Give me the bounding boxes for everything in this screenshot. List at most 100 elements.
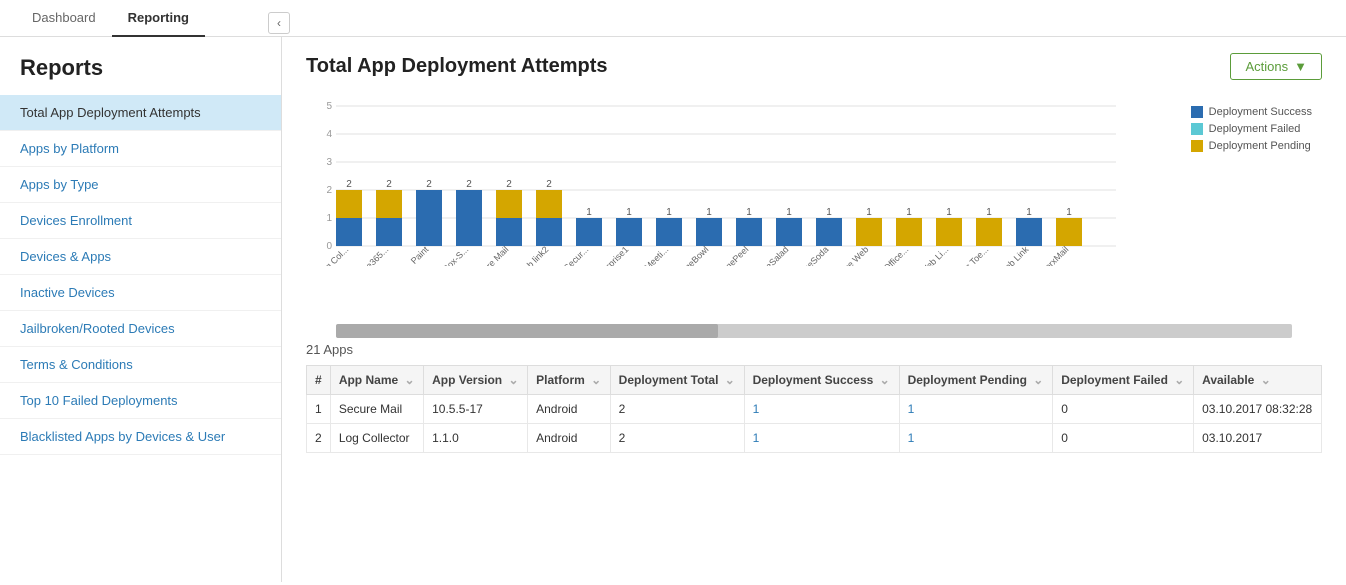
svg-text:1: 1 (626, 207, 632, 218)
svg-text:OrangeSalad: OrangeSalad (746, 244, 791, 266)
svg-text:Citrix Secur...: Citrix Secur... (546, 244, 591, 266)
legend-label-0: Deployment Success (1209, 106, 1312, 118)
sort-icon-1: ⌄ (405, 373, 415, 387)
sidebar-item-6[interactable]: Jailbroken/Rooted Devices (0, 311, 281, 347)
svg-text:1: 1 (866, 207, 872, 218)
svg-text:Secure Web: Secure Web (828, 244, 870, 266)
table-header-row: #App Name ⌄App Version ⌄Platform ⌄Deploy… (307, 366, 1322, 395)
sidebar-item-0[interactable]: Total App Deployment Attempts (0, 95, 281, 131)
svg-text:SandBox-S...: SandBox-S... (426, 244, 471, 266)
content-header: Total App Deployment Attempts Actions ▼ (306, 53, 1322, 80)
col-header-0[interactable]: # (307, 366, 331, 395)
svg-text:Log Col...: Log Col... (316, 244, 350, 266)
svg-text:1: 1 (786, 207, 792, 218)
svg-text:Web link2: Web link2 (516, 244, 551, 266)
cell-r0-c2: 10.5.5-17 (424, 395, 528, 424)
legend-label-2: Deployment Pending (1209, 140, 1311, 152)
svg-text:Secure Mail: Secure Mail (470, 244, 511, 266)
cell-r1-c3: Android (528, 424, 611, 453)
tab-reporting[interactable]: Reporting (112, 0, 205, 37)
tab-dashboard[interactable]: Dashboard (16, 0, 112, 37)
cell-r1-c7: 0 (1053, 424, 1194, 453)
table-row: 1Secure Mail10.5.5-17Android211003.10.20… (307, 395, 1322, 424)
cell-r0-c6[interactable]: 1 (899, 395, 1053, 424)
top-nav: Dashboard Reporting (0, 0, 1346, 37)
chart-scrollbar-thumb (336, 324, 718, 338)
cell-r1-c5[interactable]: 1 (744, 424, 899, 453)
col-header-7[interactable]: Deployment Failed ⌄ (1053, 366, 1194, 395)
page-title: Total App Deployment Attempts (306, 55, 607, 78)
cell-r0-c8: 03.10.2017 08:32:28 (1194, 395, 1322, 424)
svg-text:2: 2 (346, 179, 352, 190)
col-header-8[interactable]: Available ⌄ (1194, 366, 1322, 395)
main-layout: Reports Total App Deployment AttemptsApp… (0, 37, 1346, 582)
sidebar-item-4[interactable]: Devices & Apps (0, 239, 281, 275)
svg-text:1: 1 (706, 207, 712, 218)
cell-r0-c3: Android (528, 395, 611, 424)
svg-text:Web Link: Web Link (997, 244, 1031, 266)
svg-text:1: 1 (666, 207, 672, 218)
cell-r1-c8: 03.10.2017 (1194, 424, 1322, 453)
svg-text:2: 2 (546, 179, 552, 190)
svg-text:2: 2 (506, 179, 512, 190)
sort-icon-7: ⌄ (1174, 373, 1184, 387)
sidebar-item-5[interactable]: Inactive Devices (0, 275, 281, 311)
sort-icon-4: ⌄ (725, 373, 735, 387)
legend-item-1: Deployment Failed (1191, 123, 1312, 135)
actions-button[interactable]: Actions ▼ (1230, 53, 1322, 80)
cell-r1-c1: Log Collector (330, 424, 423, 453)
svg-text:3: 3 (326, 157, 332, 168)
legend-color-2 (1191, 140, 1203, 152)
col-header-1[interactable]: App Name ⌄ (330, 366, 423, 395)
svg-text:1: 1 (1026, 207, 1032, 218)
sidebar-item-1[interactable]: Apps by Platform (0, 131, 281, 167)
svg-text:1: 1 (326, 213, 332, 224)
svg-text:Office365...: Office365... (351, 244, 391, 266)
table-body: 1Secure Mail10.5.5-17Android211003.10.20… (307, 395, 1322, 453)
col-header-4[interactable]: Deployment Total ⌄ (610, 366, 744, 395)
svg-text:OrangeBowl: OrangeBowl (668, 244, 710, 266)
svg-text:1: 1 (1066, 207, 1072, 218)
col-header-2[interactable]: App Version ⌄ (424, 366, 528, 395)
sidebar: Reports Total App Deployment AttemptsApp… (0, 37, 282, 582)
legend-color-0 (1191, 106, 1203, 118)
svg-text:4: 4 (326, 129, 332, 140)
cell-r0-c4: 2 (610, 395, 744, 424)
svg-text:0: 0 (326, 241, 332, 252)
svg-text:Enterprise1: Enterprise1 (591, 244, 631, 266)
cell-r1-c4: 2 (610, 424, 744, 453)
svg-text:1: 1 (906, 207, 912, 218)
svg-text:2: 2 (426, 179, 432, 190)
sidebar-item-3[interactable]: Devices Enrollment (0, 203, 281, 239)
sidebar-item-2[interactable]: Apps by Type (0, 167, 281, 203)
chart-container: 5 4 3 2 1 0 2 Log Col... 2 Office365... 2 Paint 2 San… (306, 96, 1322, 316)
col-header-6[interactable]: Deployment Pending ⌄ (899, 366, 1053, 395)
col-header-5[interactable]: Deployment Success ⌄ (744, 366, 899, 395)
svg-text:1: 1 (946, 207, 952, 218)
svg-text:Tic Tac Toe...: Tic Tac Toe... (946, 244, 990, 266)
svg-text:2: 2 (386, 179, 392, 190)
cell-r1-c6[interactable]: 1 (899, 424, 1053, 453)
chart-scrollbar[interactable] (336, 324, 1292, 338)
sidebar-item-7[interactable]: Terms & Conditions (0, 347, 281, 383)
sort-icon-8: ⌄ (1261, 373, 1271, 387)
cell-r1-c2: 1.1.0 (424, 424, 528, 453)
sidebar-item-8[interactable]: Top 10 Failed Deployments (0, 383, 281, 419)
svg-text:WorxMail: WorxMail (1037, 244, 1070, 266)
sidebar-title: Reports (0, 37, 281, 95)
col-header-3[interactable]: Platform ⌄ (528, 366, 611, 395)
svg-text:1: 1 (986, 207, 992, 218)
svg-text:2: 2 (466, 179, 472, 190)
sidebar-item-9[interactable]: Blacklisted Apps by Devices & User (0, 419, 281, 455)
sort-icon-6: ⌄ (1033, 373, 1043, 387)
svg-text:Paint: Paint (409, 244, 431, 266)
svg-text:OrangeSoda: OrangeSoda (787, 244, 830, 266)
legend-color-1 (1191, 123, 1203, 135)
sort-icon-2: ⌄ (508, 373, 518, 387)
svg-text:1: 1 (826, 207, 832, 218)
sort-icon-5: ⌄ (880, 373, 890, 387)
content-area: Total App Deployment Attempts Actions ▼ … (282, 37, 1346, 582)
chevron-down-icon: ▼ (1294, 59, 1307, 74)
svg-text:5: 5 (326, 101, 332, 112)
cell-r0-c5[interactable]: 1 (744, 395, 899, 424)
